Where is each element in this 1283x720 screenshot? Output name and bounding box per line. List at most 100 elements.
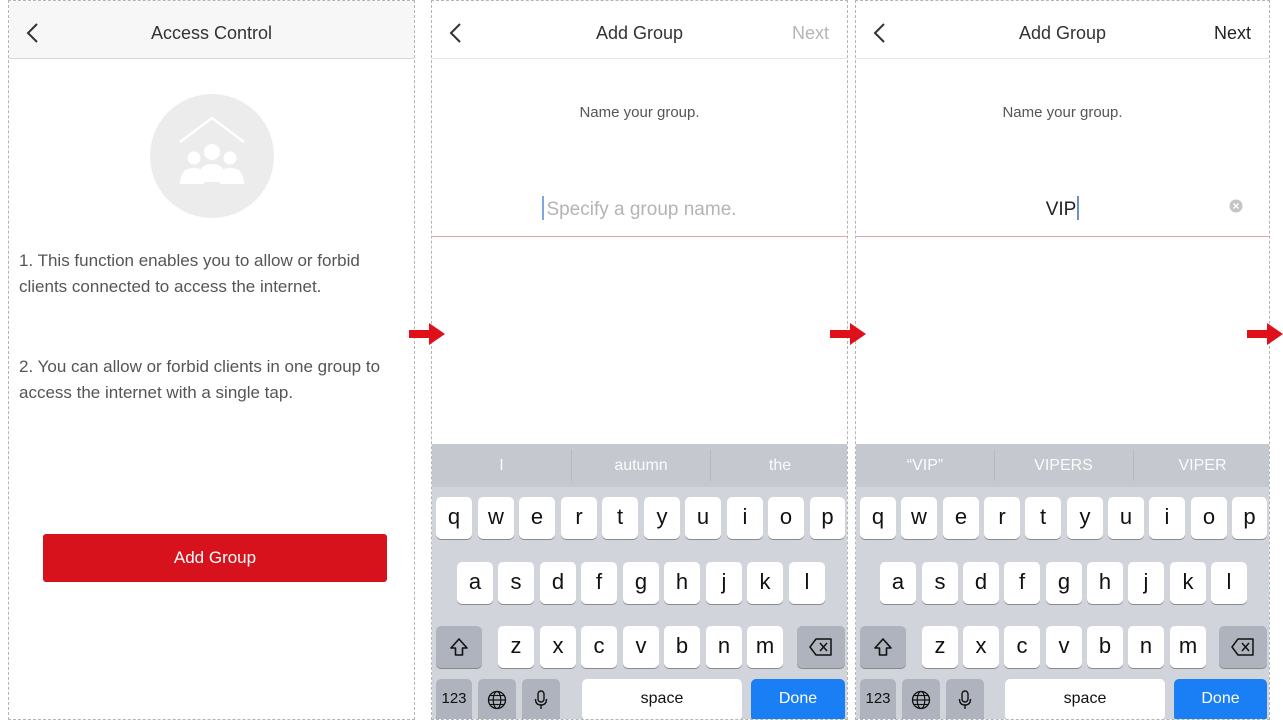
key-r[interactable]: r [561,497,597,539]
shift-icon [874,638,892,656]
key-z[interactable]: z [922,626,958,668]
group-name-input[interactable]: Specify a group name. [432,181,847,237]
numbers-key[interactable]: 123 [436,679,472,719]
backspace-key[interactable] [1219,626,1267,668]
nav-bar: Add Group Next [856,1,1269,59]
key-v[interactable]: v [623,626,659,668]
key-q[interactable]: q [436,497,472,539]
nav-bar: Access Control [9,1,414,59]
shift-icon [450,638,468,656]
key-a[interactable]: a [880,562,916,604]
space-key[interactable]: space [582,679,742,719]
key-z[interactable]: z [498,626,534,668]
text-caret [542,196,545,220]
group-illustration [150,94,274,218]
backspace-key[interactable] [797,626,845,668]
next-button[interactable]: Next [792,23,829,44]
key-n[interactable]: n [706,626,742,668]
globe-key[interactable] [478,679,516,719]
arrow-right-icon [1247,323,1283,345]
key-o[interactable]: o [768,497,804,539]
key-c[interactable]: c [1004,626,1040,668]
key-s[interactable]: s [498,562,534,604]
globe-key[interactable] [902,679,940,719]
shift-key[interactable] [436,626,482,668]
key-m[interactable]: m [1170,626,1206,668]
suggestion-item[interactable]: “VIP” [856,444,994,487]
key-s[interactable]: s [922,562,958,604]
key-e[interactable]: e [519,497,555,539]
key-q[interactable]: q [860,497,896,539]
key-x[interactable]: x [540,626,576,668]
key-v[interactable]: v [1046,626,1082,668]
space-key[interactable]: space [1005,679,1165,719]
key-t[interactable]: t [1025,497,1061,539]
arrow-right-icon [409,323,445,345]
keyboard: I autumn the q w e r t y u i o p a s d f… [432,444,847,719]
key-i[interactable]: i [727,497,763,539]
suggestion-bar: I autumn the [432,444,847,487]
key-h[interactable]: h [664,562,700,604]
shift-key[interactable] [860,626,906,668]
key-l[interactable]: l [1211,562,1247,604]
microphone-icon [958,690,972,709]
key-j[interactable]: j [1128,562,1164,604]
key-i[interactable]: i [1149,497,1185,539]
numbers-key[interactable]: 123 [860,679,896,719]
key-p[interactable]: p [1232,497,1267,539]
key-u[interactable]: u [685,497,721,539]
key-k[interactable]: k [1170,562,1206,604]
key-r[interactable]: r [984,497,1020,539]
key-t[interactable]: t [602,497,638,539]
add-group-filled-screen: Add Group Next Name your group. VIP “VIP… [855,0,1270,720]
key-f[interactable]: f [1004,562,1040,604]
key-m[interactable]: m [747,626,783,668]
add-group-empty-screen: Add Group Next Name your group. Specify … [431,0,848,720]
key-b[interactable]: b [664,626,700,668]
key-o[interactable]: o [1191,497,1227,539]
done-key[interactable]: Done [1174,679,1267,719]
dictation-key[interactable] [946,679,984,719]
prompt-text: Name your group. [579,104,700,121]
key-w[interactable]: w [901,497,937,539]
key-p[interactable]: p [810,497,845,539]
key-a[interactable]: a [457,562,493,604]
key-g[interactable]: g [623,562,659,604]
description-1: 1. This function enables you to allow or… [19,251,360,296]
done-key[interactable]: Done [751,679,845,719]
next-button[interactable]: Next [1214,23,1251,44]
key-l[interactable]: l [789,562,825,604]
key-k[interactable]: k [747,562,783,604]
suggestion-item[interactable]: VIPER [1134,444,1269,487]
dictation-key[interactable] [522,679,560,719]
key-y[interactable]: y [644,497,680,539]
suggestion-item[interactable]: I [432,444,571,487]
add-group-button[interactable]: Add Group [43,534,387,582]
key-c[interactable]: c [581,626,617,668]
key-u[interactable]: u [1108,497,1144,539]
key-d[interactable]: d [540,562,576,604]
group-icon [179,116,245,184]
key-b[interactable]: b [1087,626,1123,668]
suggestion-item[interactable]: autumn [572,444,710,487]
clear-icon[interactable] [1229,199,1243,213]
key-x[interactable]: x [963,626,999,668]
group-name-input[interactable]: VIP [856,181,1269,237]
key-w[interactable]: w [478,497,514,539]
globe-icon [911,690,931,710]
suggestion-item[interactable]: VIPERS [995,444,1132,487]
prompt-text: Name your group. [1002,104,1123,121]
key-y[interactable]: y [1067,497,1103,539]
key-n[interactable]: n [1128,626,1164,668]
suggestion-item[interactable]: the [711,444,847,487]
key-j[interactable]: j [706,562,742,604]
key-g[interactable]: g [1046,562,1082,604]
description-2: 2. You can allow or forbid clients in on… [19,357,381,402]
microphone-icon [534,690,548,709]
key-h[interactable]: h [1087,562,1123,604]
suggestion-bar: “VIP” VIPERS VIPER [856,444,1269,487]
key-f[interactable]: f [581,562,617,604]
key-d[interactable]: d [963,562,999,604]
key-e[interactable]: e [943,497,979,539]
page-title: Add Group [595,23,684,43]
